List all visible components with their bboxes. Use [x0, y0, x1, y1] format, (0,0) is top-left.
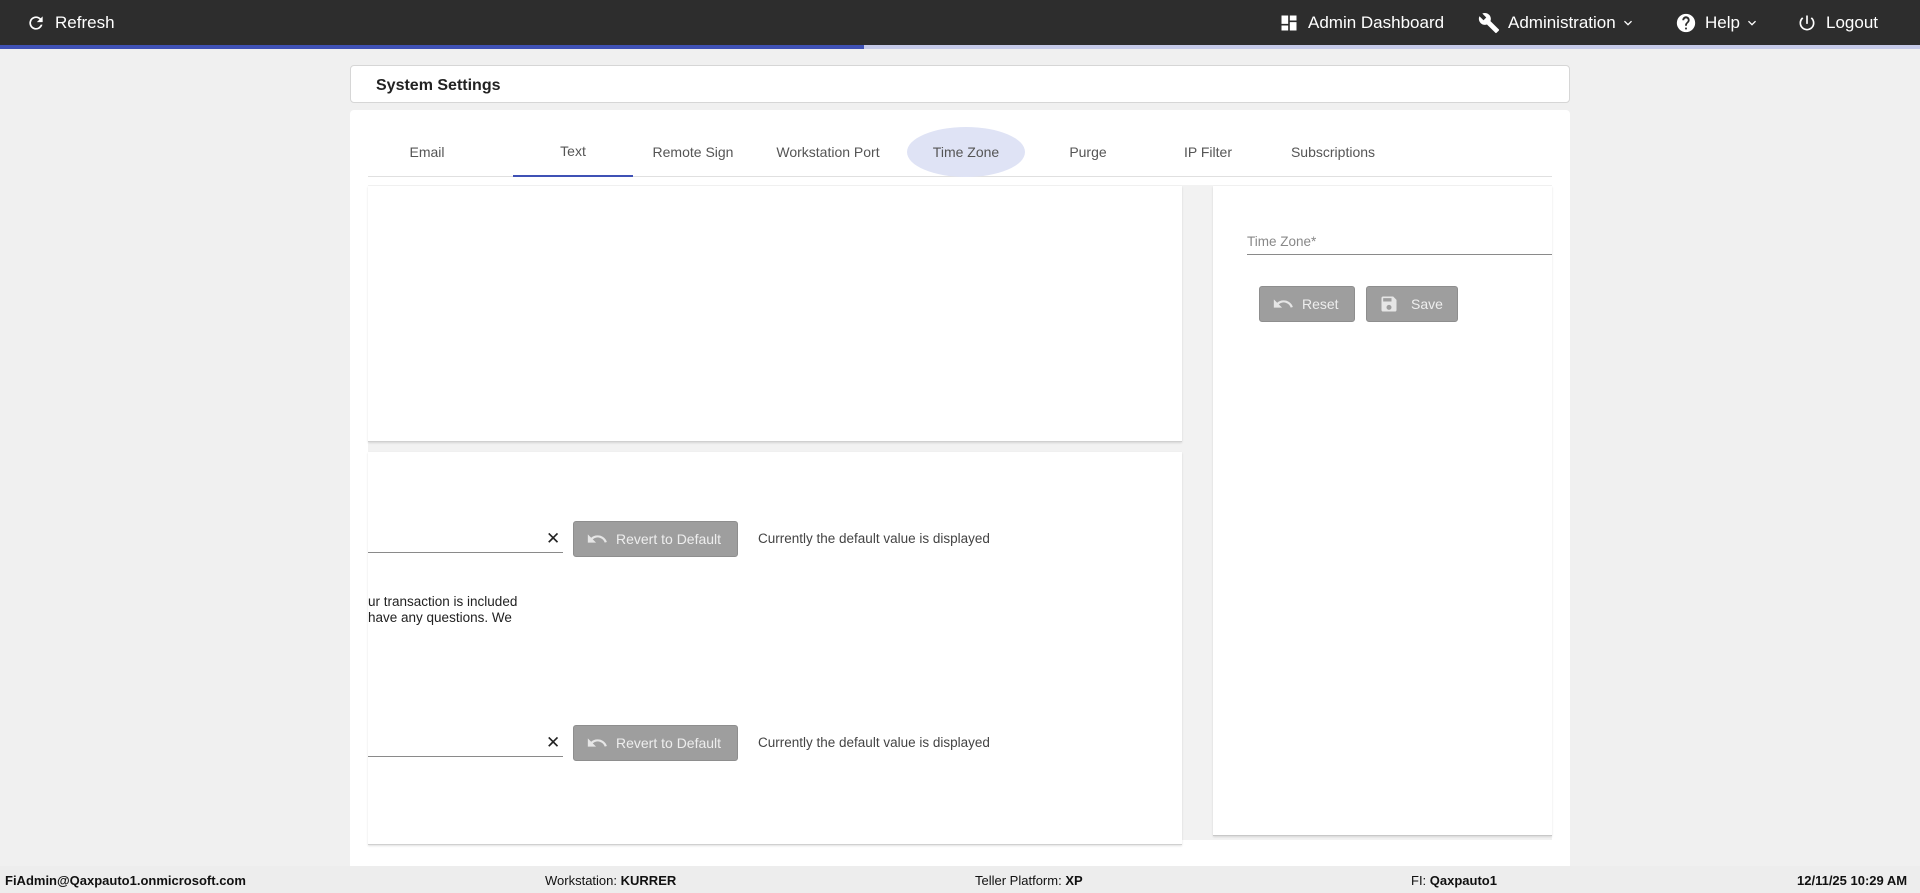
- revert-to-default-button-2[interactable]: Revert to Default: [573, 725, 738, 761]
- save-label: Save: [1411, 296, 1443, 312]
- logout-label: Logout: [1826, 12, 1878, 32]
- admin-dashboard-label: Admin Dashboard: [1308, 12, 1445, 32]
- revert-to-default-button-1[interactable]: Revert to Default: [573, 521, 738, 557]
- refresh-label: Refresh: [55, 12, 115, 32]
- time-zone-label: Time Zone*: [1247, 234, 1317, 249]
- help-icon: [1676, 13, 1696, 32]
- reset-button[interactable]: Reset: [1259, 286, 1355, 322]
- power-icon: [1799, 15, 1815, 30]
- footer-datetime: 12/11/25 10:29 AM: [1797, 873, 1908, 888]
- message-snippet-line-2: have any questions. We: [368, 610, 512, 625]
- close-icon[interactable]: ✕: [546, 530, 560, 547]
- time-zone-select[interactable]: [1247, 254, 1552, 255]
- tab-workstation-port[interactable]: Workstation Port: [753, 127, 903, 177]
- text-input-2[interactable]: [368, 756, 563, 757]
- refresh-button[interactable]: Refresh: [26, 0, 115, 45]
- tab-email[interactable]: Email: [368, 127, 486, 177]
- tab-time-zone[interactable]: Time Zone: [907, 127, 1025, 177]
- reset-label: Reset: [1302, 296, 1339, 312]
- undo-icon: [1273, 299, 1293, 308]
- settings-card: Email Text Remote Sign Workstation Port …: [350, 110, 1570, 870]
- page-header: System Settings: [350, 65, 1570, 103]
- settings-tabs: Email Text Remote Sign Workstation Port …: [368, 127, 1552, 177]
- revert-label: Revert to Default: [616, 531, 722, 547]
- tab-ip-filter[interactable]: IP Filter: [1148, 127, 1268, 177]
- message-snippet-line-1: ur transaction is included: [368, 594, 518, 609]
- tab-purge[interactable]: Purge: [1028, 127, 1148, 177]
- save-icon: [1381, 296, 1397, 312]
- dashboard-icon: [1281, 15, 1297, 30]
- top-nav-bar: Refresh Admin Dashboard Administration H…: [0, 0, 1920, 45]
- help-menu[interactable]: Help: [1675, 0, 1760, 45]
- text-input-1[interactable]: [368, 552, 563, 553]
- time-zone-panel: Time Zone* Reset Save: [1213, 186, 1552, 836]
- administration-label: Administration: [1508, 12, 1616, 32]
- save-button[interactable]: Save: [1366, 286, 1458, 322]
- footer-user: FiAdmin@Qaxpauto1.onmicrosoft.com: [5, 873, 246, 888]
- footer-fi: FI: Qaxpauto1: [1411, 873, 1497, 888]
- wrench-icon: [1478, 12, 1500, 33]
- refresh-icon: [29, 15, 43, 30]
- loading-progress-bar: [0, 45, 1920, 49]
- undo-icon: [587, 534, 607, 543]
- revert-label: Revert to Default: [616, 735, 722, 751]
- page-title: System Settings: [376, 77, 501, 94]
- admin-dashboard-link[interactable]: Admin Dashboard: [1279, 0, 1444, 45]
- logout-button[interactable]: Logout: [1797, 0, 1878, 45]
- tab-text[interactable]: Text: [513, 127, 633, 177]
- chevron-down-icon: [1623, 20, 1632, 26]
- default-value-status-1: Currently the default value is displayed: [758, 531, 990, 546]
- status-footer: FiAdmin@Qaxpauto1.onmicrosoft.com Workst…: [0, 866, 1920, 893]
- undo-icon: [587, 738, 607, 747]
- progress-fill: [0, 45, 864, 49]
- footer-workstation: Workstation: KURRER: [545, 873, 677, 888]
- help-label: Help: [1705, 12, 1740, 32]
- text-preview-panel: [368, 186, 1182, 442]
- chevron-down-icon: [1747, 20, 1756, 26]
- tab-subscriptions[interactable]: Subscriptions: [1268, 127, 1398, 177]
- default-value-status-2: Currently the default value is displayed: [758, 735, 990, 750]
- close-icon[interactable]: ✕: [546, 734, 560, 751]
- footer-teller-platform: Teller Platform: XP: [975, 873, 1083, 888]
- administration-menu[interactable]: Administration: [1478, 0, 1636, 45]
- text-settings-panel: ✕ Revert to Default Currently the defaul…: [368, 452, 1182, 845]
- tab-remote-sign[interactable]: Remote Sign: [633, 127, 753, 177]
